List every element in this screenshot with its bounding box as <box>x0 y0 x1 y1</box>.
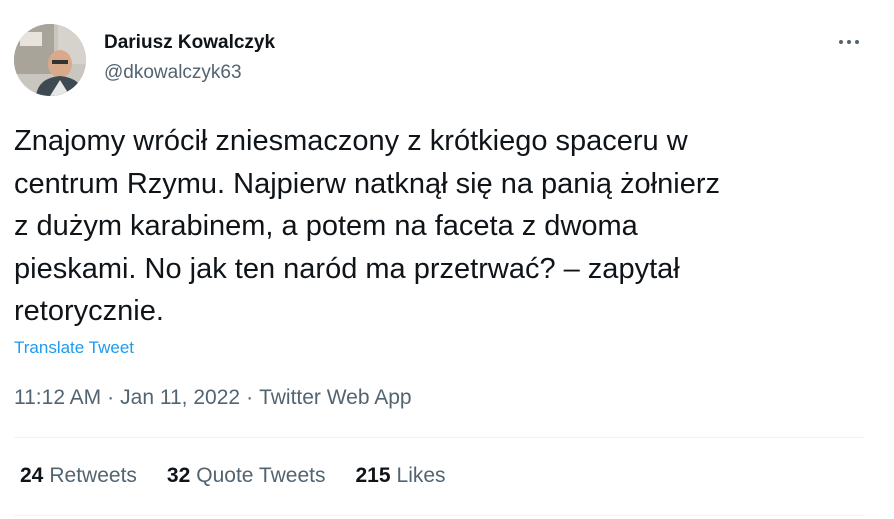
tweet-date[interactable]: Jan 11, 2022 <box>120 386 240 409</box>
tweet-time[interactable]: 11:12 AM <box>14 386 101 409</box>
tweet-source[interactable]: Twitter Web App <box>259 386 412 409</box>
quote-tweets-count: 32 <box>166 464 191 487</box>
dot <box>855 40 859 44</box>
avatar[interactable] <box>14 24 86 96</box>
author-handle[interactable]: @dkowalczyk63 <box>104 62 242 84</box>
author-name[interactable]: Dariusz Kowalczyk <box>104 32 275 54</box>
dot <box>839 40 843 44</box>
retweets-label: Retweets <box>49 464 137 487</box>
tweet-detail: Dariusz Kowalczyk @dkowalczyk63 Znajomy … <box>0 0 894 519</box>
likes-label: Likes <box>396 464 446 487</box>
likes-count: 215 <box>355 464 391 487</box>
more-icon[interactable] <box>832 28 866 56</box>
quote-tweets-stat[interactable]: 32 Quote Tweets <box>167 464 326 488</box>
tweet-stats: 24 Retweets 32 Quote Tweets 215 Likes <box>20 464 476 488</box>
likes-stat[interactable]: 215 Likes <box>355 464 445 488</box>
separator: · <box>107 386 115 409</box>
divider <box>14 515 864 516</box>
retweets-stat[interactable]: 24 Retweets <box>20 464 137 488</box>
tweet-meta: 11:12 AM · Jan 11, 2022 · Twitter Web App <box>14 386 412 410</box>
divider <box>14 437 864 438</box>
dot <box>847 40 851 44</box>
quote-tweets-label: Quote Tweets <box>196 464 326 487</box>
avatar-photo <box>14 24 86 96</box>
retweets-count: 24 <box>20 464 44 487</box>
translate-tweet-link[interactable]: Translate Tweet <box>14 338 134 358</box>
tweet-text: Znajomy wrócił zniesmaczony z krótkiego … <box>14 125 720 327</box>
separator: · <box>246 386 254 409</box>
